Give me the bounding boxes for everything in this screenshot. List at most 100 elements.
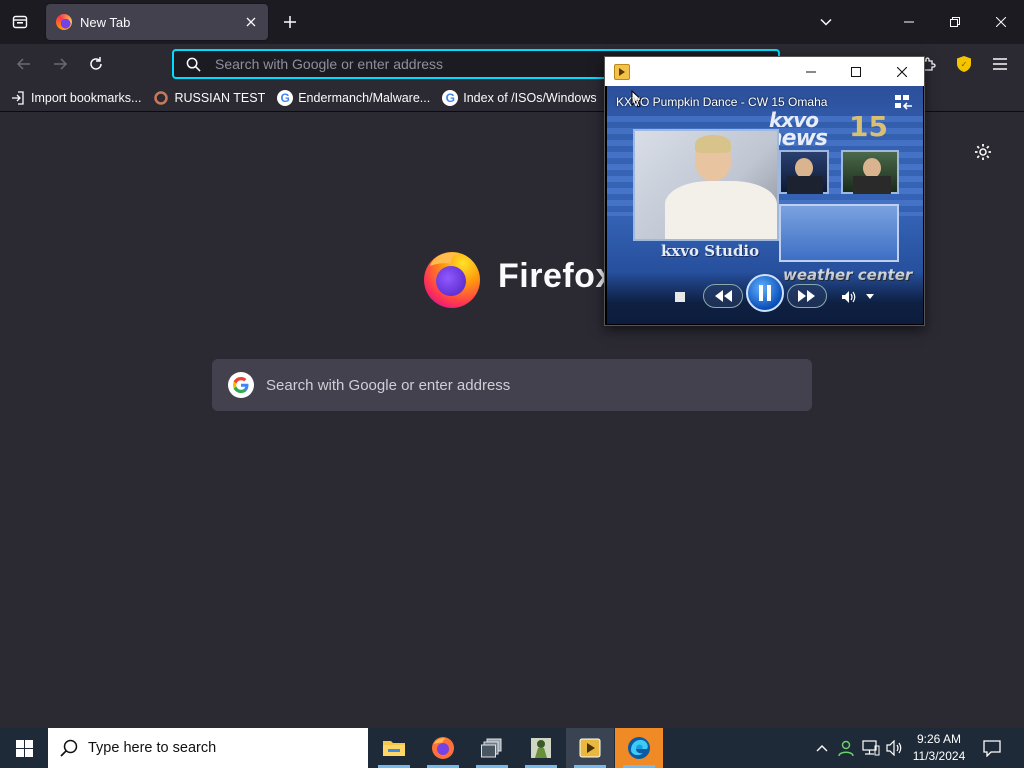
- search-icon: [60, 739, 78, 757]
- character-app-icon: [531, 738, 551, 758]
- new-tab-button[interactable]: [276, 8, 304, 36]
- clock-date: 11/3/2024: [912, 749, 966, 763]
- media-player-window: KXVO Pumpkin Dance - CW 15 Omaha kxvo ne…: [604, 56, 925, 326]
- minimize-icon: [806, 71, 816, 72]
- plus-icon: [284, 16, 296, 28]
- back-arrow-icon: [16, 58, 30, 70]
- volume-button[interactable]: [839, 288, 859, 306]
- media-player-app-icon: [614, 64, 630, 80]
- tray-volume-button[interactable]: [884, 728, 906, 768]
- reload-icon: [90, 57, 102, 70]
- google-icon: [228, 372, 254, 398]
- chevron-up-icon: [816, 745, 828, 752]
- search-icon: [186, 57, 201, 72]
- anchor-video-box-2: [841, 150, 899, 194]
- newtab-search-box[interactable]: Search with Google or enter address: [212, 359, 812, 411]
- person-body: [665, 181, 777, 239]
- show-hidden-icons-button[interactable]: [812, 728, 832, 768]
- taskbar-search-box[interactable]: Type here to search: [48, 728, 368, 768]
- personalize-settings-button[interactable]: [974, 143, 994, 163]
- shield-icon: ✓: [957, 56, 971, 72]
- fast-forward-button[interactable]: [787, 284, 827, 308]
- taskbar-file-explorer[interactable]: [370, 728, 418, 768]
- list-all-tabs-button[interactable]: [812, 8, 840, 36]
- taskbar-search-placeholder: Type here to search: [88, 740, 217, 756]
- edge-icon: [628, 737, 650, 759]
- ublock-extension-button[interactable]: ✓: [950, 50, 978, 78]
- bookmark-isos-windows[interactable]: G Index of /ISOs/Windows: [442, 89, 597, 106]
- tray-user-icon-button[interactable]: [836, 728, 856, 768]
- notification-icon: [983, 740, 1001, 757]
- start-button[interactable]: [0, 728, 48, 768]
- restore-button[interactable]: [932, 0, 978, 44]
- address-input[interactable]: [215, 56, 595, 72]
- tab-close-button[interactable]: [242, 13, 260, 31]
- taskbar-media-player[interactable]: [566, 728, 614, 768]
- taskbar-edge[interactable]: [615, 728, 663, 768]
- compact-view-icon[interactable]: [895, 95, 913, 111]
- bookmark-import[interactable]: Import bookmarks...: [10, 90, 141, 106]
- windows-logo-icon: [15, 739, 33, 757]
- taskbar-clock[interactable]: 9:26 AM 11/3/2024: [904, 731, 974, 765]
- back-button[interactable]: [10, 50, 38, 78]
- windows-taskbar: Type here to search 9:26 AM 11/3/2024: [0, 728, 1024, 768]
- google-icon: G: [277, 89, 294, 106]
- news-logo-number: 15: [849, 110, 888, 143]
- media-player-icon: [579, 738, 601, 758]
- forward-arrow-icon: [54, 58, 68, 70]
- tray-network-button[interactable]: [860, 728, 882, 768]
- action-center-button[interactable]: [978, 728, 1006, 768]
- firefox-view-button[interactable]: [4, 6, 36, 38]
- gear-icon: [975, 144, 991, 160]
- speaker-icon: [886, 740, 902, 756]
- stop-icon: [675, 292, 685, 302]
- taskbar-task-view-app[interactable]: [468, 728, 516, 768]
- forward-button[interactable]: [46, 50, 74, 78]
- bookmark-label: Import bookmarks...: [31, 90, 142, 105]
- bookmark-endermanch[interactable]: G Endermanch/Malware...: [277, 89, 430, 106]
- rewind-button[interactable]: [703, 284, 743, 308]
- close-window-button[interactable]: [978, 0, 1024, 44]
- clock-time: 9:26 AM: [916, 732, 962, 746]
- svg-text:✓: ✓: [961, 60, 968, 69]
- video-frame[interactable]: KXVO Pumpkin Dance - CW 15 Omaha kxvo ne…: [607, 86, 923, 324]
- tab-title: New Tab: [80, 14, 131, 30]
- tab-strip: New Tab: [0, 0, 1024, 44]
- close-icon: [897, 66, 907, 77]
- pip-maximize-button[interactable]: [834, 57, 878, 86]
- firefox-wordmark: Firefox: [498, 257, 615, 295]
- close-icon: [246, 17, 256, 27]
- taskbar-app-with-figure[interactable]: [517, 728, 565, 768]
- fast-forward-icon: [798, 290, 815, 302]
- tab-new-tab[interactable]: New Tab: [46, 4, 268, 40]
- rewind-icon: [715, 290, 732, 302]
- anchor-video-box-1: [779, 150, 829, 194]
- network-icon: [862, 740, 880, 756]
- taskbar-firefox[interactable]: [419, 728, 467, 768]
- chevron-down-icon: [820, 18, 832, 26]
- firefox-view-icon: [12, 15, 28, 29]
- studio-video-box: [633, 129, 779, 241]
- people-icon: [838, 740, 854, 757]
- restore-icon: [950, 17, 960, 27]
- reload-button[interactable]: [82, 50, 110, 78]
- video-title: KXVO Pumpkin Dance - CW 15 Omaha: [616, 95, 828, 109]
- pause-button[interactable]: [746, 274, 784, 312]
- folder-icon: [383, 741, 405, 756]
- pip-close-button[interactable]: [880, 57, 924, 86]
- maximize-icon: [851, 66, 861, 77]
- stop-button[interactable]: [673, 290, 687, 304]
- person-hair: [695, 135, 731, 153]
- caret-down-icon: [866, 294, 874, 299]
- newtab-search-placeholder: Search with Google or enter address: [266, 376, 511, 394]
- import-icon: [10, 90, 26, 106]
- pip-titlebar[interactable]: [605, 57, 924, 86]
- bookmark-russian-test[interactable]: RUSSIAN TEST: [153, 90, 265, 106]
- bookmark-label: Index of /ISOs/Windows: [463, 90, 597, 105]
- pip-minimize-button[interactable]: [789, 57, 833, 86]
- minimize-button[interactable]: [886, 0, 932, 44]
- volume-dropdown-button[interactable]: [863, 290, 877, 304]
- firefox-icon: [432, 737, 454, 759]
- app-menu-button[interactable]: [986, 50, 1014, 78]
- weather-video-box: [779, 204, 899, 262]
